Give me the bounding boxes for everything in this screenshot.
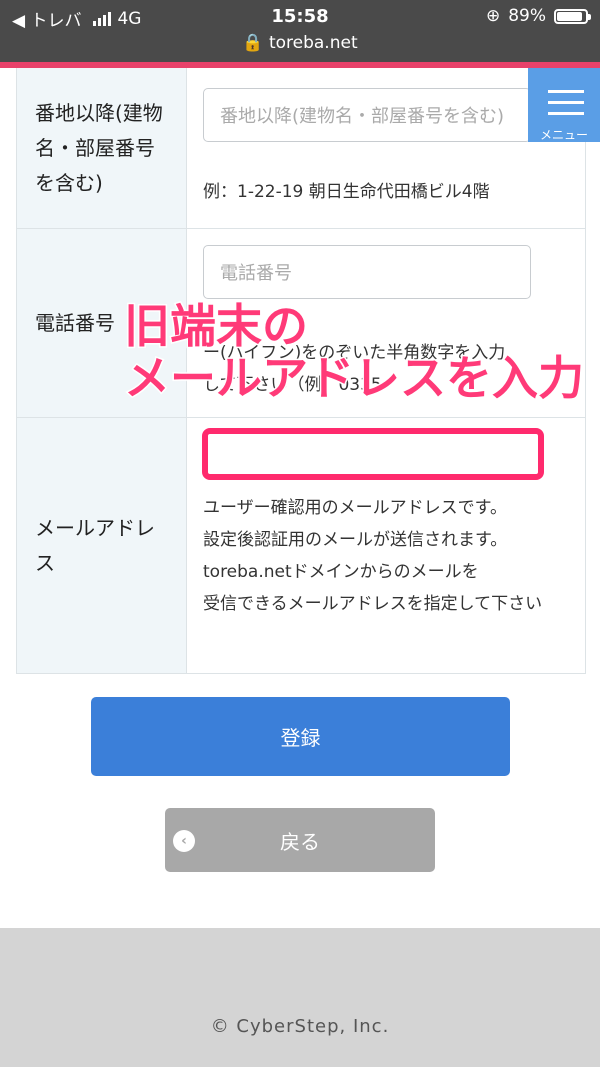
url-bar[interactable]: 🔒 toreba.net: [0, 33, 600, 53]
url-text: toreba.net: [268, 33, 358, 53]
submit-button[interactable]: 登録: [91, 697, 510, 776]
battery-icon: [554, 8, 591, 24]
email-desc-4: 受信できるメールアドレスを指定して下さい: [203, 594, 543, 614]
row-address2: 番地以降(建物名・部屋番号を含む) 番地以降(建物名・部屋番号を含む) 例：1-…: [17, 68, 585, 228]
battery-fill: [557, 11, 582, 21]
address2-cell: 番地以降(建物名・部屋番号を含む) 例：1-22-19 朝日生命代田橋ビル4階: [187, 68, 585, 228]
email-label: メールアドレス: [17, 418, 187, 673]
hamburger-icon: [548, 90, 584, 93]
status-right: ⊕ 89%: [485, 6, 591, 26]
address2-example: 例：1-22-19 朝日生命代田橋ビル4階: [203, 182, 490, 202]
hamburger-icon-bar: [548, 112, 584, 115]
address2-input[interactable]: 番地以降(建物名・部屋番号を含む): [203, 88, 531, 142]
email-input[interactable]: [202, 428, 544, 480]
address2-label: 番地以降(建物名・部屋番号を含む): [17, 68, 187, 228]
copyright: © CyberStep, Inc.: [210, 1016, 390, 1037]
rotation-lock-icon: ⊕: [485, 6, 501, 26]
back-label: 戻る: [280, 829, 320, 854]
footer: © CyberStep, Inc.: [0, 928, 600, 1067]
hamburger-icon-bar: [548, 101, 584, 104]
chevron-left-icon: ‹: [173, 830, 195, 852]
menu-label: メニュー: [539, 128, 588, 142]
email-desc-1: ユーザー確認用のメールアドレスです。: [203, 498, 507, 518]
email-desc-2: 設定後認証用のメールが送信されます。: [203, 530, 508, 550]
lock-icon: 🔒: [242, 33, 264, 53]
status-bar: ◀ トレバ 4G 15:58 ⊕ 89% 🔒 toreba.net: [0, 0, 600, 66]
email-desc-3: toreba.netドメインからのメールを: [203, 562, 479, 582]
overlay-line2: メールアドレスを入力: [123, 350, 586, 407]
battery-percent: 89%: [508, 6, 546, 26]
back-button[interactable]: ‹ 戻る: [165, 808, 435, 872]
menu-button[interactable]: メニュー: [528, 68, 600, 142]
